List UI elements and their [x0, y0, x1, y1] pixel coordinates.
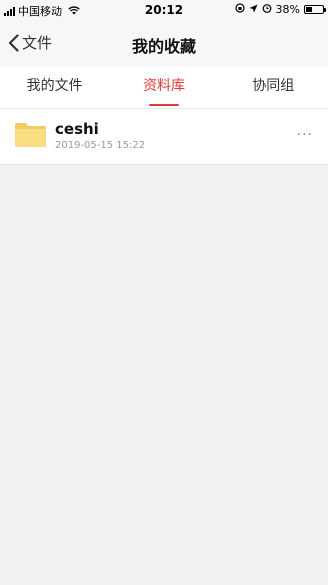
list-item[interactable]: ceshi 2019-05-15 15:22 ··· [0, 109, 328, 165]
folder-icon [15, 123, 46, 147]
tab-label: 协同组 [252, 78, 295, 94]
tab-library[interactable]: 资料库 [109, 66, 218, 108]
tab-bar: 我的文件 资料库 协同组 [0, 66, 328, 109]
more-options-button[interactable]: ··· [297, 127, 313, 143]
navigation-bar: 文件 我的收藏 [0, 20, 328, 66]
file-name: ceshi [55, 120, 99, 138]
battery-percent: 38% [275, 3, 300, 16]
tab-label: 资料库 [142, 78, 185, 94]
active-tab-indicator [148, 104, 179, 106]
status-bar: 中国移动 20:12 38% [0, 0, 328, 20]
back-label: 文件 [22, 34, 53, 52]
file-date: 2019-05-15 15:22 [55, 140, 146, 151]
location-icon [249, 3, 258, 16]
battery-fill [306, 7, 312, 12]
rotation-lock-icon [234, 3, 245, 16]
chevron-left-icon [8, 33, 19, 52]
battery-icon [304, 5, 326, 14]
tab-collaboration-group[interactable]: 协同组 [219, 66, 328, 108]
status-right: 38% [234, 3, 326, 16]
tab-label: 我的文件 [26, 78, 83, 94]
tab-my-files[interactable]: 我的文件 [0, 66, 109, 108]
back-button[interactable]: 文件 [8, 32, 52, 53]
alarm-icon [262, 3, 272, 16]
